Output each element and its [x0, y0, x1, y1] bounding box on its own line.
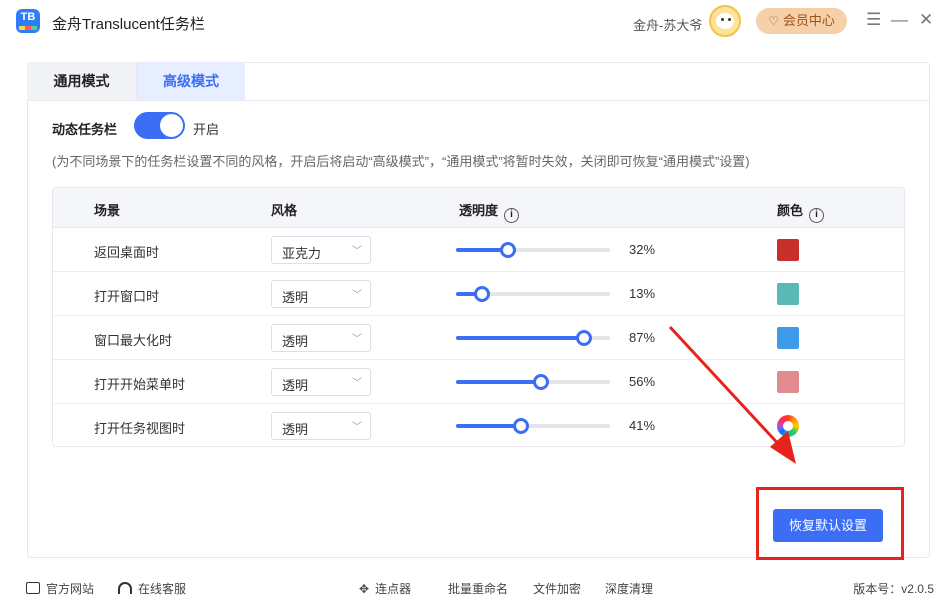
user-avatar[interactable] [709, 5, 741, 37]
user-name[interactable]: 金舟-苏大爷 [633, 15, 702, 34]
style-select[interactable]: 亚克力 ﹀ [271, 236, 371, 264]
color-swatch[interactable] [777, 239, 799, 261]
chevron-down-icon: ﹀ [352, 246, 362, 257]
close-icon[interactable]: ✕ [919, 10, 933, 30]
app-logo-text: TB [20, 11, 36, 23]
opacity-slider[interactable] [456, 374, 610, 390]
style-select-value: 亚克力 [282, 246, 322, 261]
monitor-icon [26, 582, 40, 594]
official-website-link[interactable]: 官方网站 [26, 580, 94, 597]
style-select[interactable]: 透明 ﹀ [271, 368, 371, 396]
opacity-slider[interactable] [456, 330, 610, 346]
table-row: 打开开始菜单时 透明 ﹀ 56% [53, 360, 904, 404]
style-select-value: 透明 [282, 422, 309, 437]
info-icon[interactable]: i [504, 208, 520, 223]
title-bar: TB 金舟Translucent任务栏 金舟-苏大爷 ♡ 会员中心 ☰ — ✕ [0, 0, 944, 44]
opacity-value: 56% [629, 374, 656, 389]
opacity-value: 32% [629, 242, 656, 257]
style-select-value: 透明 [282, 334, 309, 349]
app-title: 金舟Translucent任务栏 [52, 16, 205, 33]
app-logo: TB [16, 9, 40, 33]
footer: 官方网站 在线客服 ✥ 连点器 批量重命名 文件加密 深度清理 版本号：v2.0.… [0, 570, 944, 604]
table-row: 返回桌面时 亚克力 ﹀ 32% [53, 228, 904, 272]
reset-default-button[interactable]: 恢复默认设置 [773, 509, 883, 542]
slider-thumb[interactable] [474, 286, 490, 302]
header-opacity: 透明度 i [459, 200, 520, 223]
slider-thumb[interactable] [533, 374, 549, 390]
headset-icon [118, 582, 132, 594]
header-style: 风格 [271, 203, 298, 218]
table-row: 窗口最大化时 透明 ﹀ 87% [53, 316, 904, 360]
header-scene: 场景 [94, 203, 121, 218]
vip-center-label: 会员中心 [782, 13, 835, 28]
tab-normal-mode[interactable]: 通用模式 [27, 62, 137, 100]
color-swatch[interactable] [777, 283, 799, 305]
opacity-slider[interactable] [456, 418, 610, 434]
tool-deep-clean-link[interactable]: 深度清理 [605, 580, 653, 597]
style-select-value: 透明 [282, 290, 309, 305]
slider-thumb[interactable] [500, 242, 516, 258]
version-label: 版本号：v2.0.5 [853, 582, 934, 596]
slider-fill [456, 380, 541, 384]
color-swatch[interactable] [777, 371, 799, 393]
toggle-knob [160, 114, 183, 137]
slider-fill [456, 424, 521, 428]
color-wheel-icon[interactable] [777, 415, 799, 437]
style-select-value: 透明 [282, 378, 309, 393]
opacity-value: 87% [629, 330, 656, 345]
toggle-state-label: 开启 [193, 122, 220, 137]
style-select[interactable]: 透明 ﹀ [271, 280, 371, 308]
scene-label: 打开窗口时 [94, 289, 160, 304]
scene-label: 打开任务视图时 [94, 421, 186, 436]
table-row: 打开任务视图时 透明 ﹀ 41% [53, 404, 904, 446]
menu-icon[interactable]: ☰ [866, 10, 881, 30]
vip-center-button[interactable]: ♡ 会员中心 [756, 8, 847, 34]
table-header: 场景 风格 透明度 i 颜色 i [53, 188, 904, 228]
dynamic-taskbar-label: 动态任务栏 [52, 122, 118, 137]
clicker-icon: ✥ [359, 582, 370, 596]
scene-label: 窗口最大化时 [94, 333, 173, 348]
tool-clicker-link[interactable]: ✥ 连点器 [359, 580, 411, 597]
app-logo-bar [19, 26, 37, 30]
style-select[interactable]: 透明 ﹀ [271, 412, 371, 440]
dynamic-taskbar-hint: (为不同场景下的任务栏设置不同的风格，开启后将启动“高级模式”，“通用模式”将暂… [52, 154, 750, 169]
slider-thumb[interactable] [576, 330, 592, 346]
online-service-link[interactable]: 在线客服 [118, 580, 186, 597]
scene-label: 返回桌面时 [94, 245, 160, 260]
tool-batch-rename-link[interactable]: 批量重命名 [448, 580, 508, 597]
thumb-up-icon: ♡ [768, 14, 779, 28]
tab-advanced-mode[interactable]: 高级模式 [137, 62, 245, 100]
color-swatch[interactable] [777, 327, 799, 349]
minimize-icon[interactable]: — [891, 10, 908, 30]
chevron-down-icon: ﹀ [352, 422, 362, 433]
opacity-slider[interactable] [456, 242, 610, 258]
info-icon[interactable]: i [809, 208, 825, 223]
chevron-down-icon: ﹀ [352, 334, 362, 345]
slider-thumb[interactable] [513, 418, 529, 434]
dynamic-taskbar-toggle[interactable] [134, 112, 185, 139]
tool-file-encrypt-link[interactable]: 文件加密 [533, 580, 581, 597]
header-color: 颜色 i [777, 200, 825, 223]
slider-fill [456, 336, 584, 340]
scene-label: 打开开始菜单时 [94, 377, 186, 392]
chevron-down-icon: ﹀ [352, 378, 362, 389]
scene-table: 场景 风格 透明度 i 颜色 i 返回桌面时 亚克力 ﹀ 32% 打开窗口时 透明 ﹀ 13% 窗口… [52, 187, 905, 447]
tabs-divider [27, 100, 930, 101]
style-select[interactable]: 透明 ﹀ [271, 324, 371, 352]
opacity-value: 13% [629, 286, 656, 301]
chevron-down-icon: ﹀ [352, 290, 362, 301]
opacity-value: 41% [629, 418, 656, 433]
opacity-slider[interactable] [456, 286, 610, 302]
table-row: 打开窗口时 透明 ﹀ 13% [53, 272, 904, 316]
